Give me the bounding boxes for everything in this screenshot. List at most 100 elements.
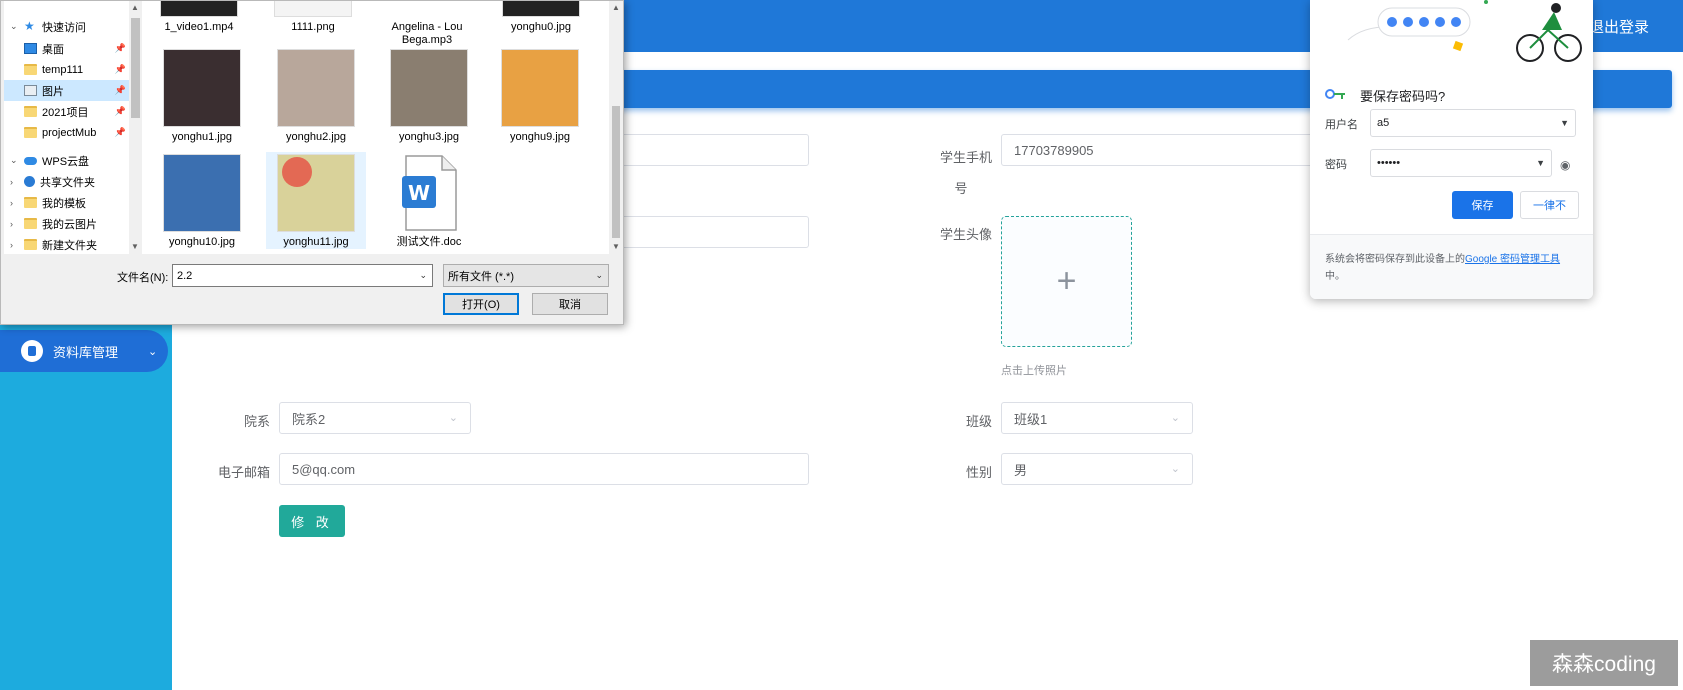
star-icon: ★: [24, 19, 35, 33]
file-item[interactable]: yonghu2.jpg: [266, 49, 366, 144]
chevron-down-icon[interactable]: ⌄: [419, 270, 427, 281]
svg-text:W: W: [408, 181, 430, 205]
folder-icon: [24, 106, 37, 117]
pin-icon: 📌: [114, 64, 126, 74]
popup-title: 要保存密码吗?: [1360, 89, 1446, 104]
dropdown-arrow-icon[interactable]: ▼: [1536, 158, 1545, 168]
pin-icon: 📌: [114, 43, 126, 53]
class-label: 班级: [965, 414, 992, 429]
scroll-up-icon[interactable]: ▲: [612, 3, 620, 12]
chevron-down-icon: ⌄: [448, 412, 458, 424]
avatar-upload[interactable]: +: [1001, 216, 1132, 347]
expand-chevron-icon: ⌄: [10, 21, 18, 31]
tree-item-projectmub[interactable]: projectMub 📌: [4, 122, 129, 143]
dept-label: 院系: [243, 414, 270, 429]
avatar-label: 学生头像: [939, 227, 992, 242]
submit-button[interactable]: 修 改: [279, 505, 345, 537]
file-item[interactable]: yonghu9.jpg: [490, 49, 590, 144]
email-label: 电子邮箱: [217, 465, 270, 480]
tree-item-quick-access[interactable]: ⌄ ★ 快速访问: [4, 16, 129, 37]
file-item[interactable]: 1111.png: [263, 1, 363, 34]
tree-item-2021-projects[interactable]: 2021项目 📌: [4, 101, 129, 122]
file-item[interactable]: Angelina - Lou Bega.mp3: [377, 1, 477, 47]
pin-icon: 📌: [114, 127, 126, 137]
tree-scrollbar[interactable]: ▲ ▼: [129, 1, 142, 254]
music-file-icon: [388, 1, 466, 17]
tree-item-my-cloud-pictures[interactable]: › 我的云图片: [4, 213, 129, 234]
logout-link[interactable]: 退出登录: [1589, 16, 1649, 37]
file-item[interactable]: yonghu11.jpg: [266, 152, 366, 249]
gender-select[interactable]: 男 ⌄: [1001, 453, 1193, 485]
share-icon: [24, 176, 35, 187]
tree-item-my-templates[interactable]: › 我的模板: [4, 192, 129, 213]
chevron-down-icon: ⌄: [595, 270, 603, 280]
scroll-thumb[interactable]: [612, 106, 620, 238]
chevron-right-icon: ›: [10, 239, 13, 250]
file-item[interactable]: 1_video1.mp4: [149, 1, 249, 34]
file-item[interactable]: yonghu3.jpg: [379, 49, 479, 144]
tree-item-temp111[interactable]: temp111 📌: [4, 59, 129, 80]
chevron-right-icon: ›: [10, 218, 13, 229]
filetype-select[interactable]: 所有文件 (*.*) ⌄: [443, 264, 609, 287]
scroll-thumb[interactable]: [131, 18, 140, 118]
file-item[interactable]: yonghu1.jpg: [152, 49, 252, 144]
pin-icon: 📌: [114, 85, 126, 95]
scroll-up-icon[interactable]: ▲: [131, 3, 139, 12]
folder-icon: [24, 218, 37, 229]
cancel-button[interactable]: 取消: [532, 293, 608, 315]
username-field[interactable]: a5 ▼: [1370, 109, 1576, 137]
phone-label: 学生手机 号: [939, 150, 992, 196]
pin-icon: 📌: [114, 106, 126, 116]
filename-input[interactable]: 2.2 ⌄: [172, 264, 433, 287]
expand-chevron-icon: ⌄: [10, 155, 18, 165]
nav-item-library-management[interactable]: 资料库管理 ⌄: [0, 330, 168, 372]
file-thumbnail: [501, 49, 579, 127]
file-thumbnail: [163, 154, 241, 232]
file-thumbnail: [163, 49, 241, 127]
picture-icon: [24, 85, 37, 96]
file-item[interactable]: yonghu0.jpg: [491, 1, 591, 34]
filename-label: 文件名(N):: [117, 272, 169, 284]
tree-item-shared-folder[interactable]: › 共享文件夹: [4, 171, 129, 192]
scroll-down-icon[interactable]: ▼: [131, 242, 139, 251]
key-icon: [1325, 87, 1347, 101]
tree-item-desktop[interactable]: 桌面 📌: [4, 38, 129, 59]
file-thumbnail: [274, 1, 352, 17]
tree-item-wps-cloud[interactable]: ⌄ WPS云盘: [4, 150, 129, 171]
tree-item-new-folder[interactable]: › 新建文件夹: [4, 234, 129, 254]
upload-hint: 点击上传照片: [1001, 365, 1067, 377]
email-input[interactable]: 5@qq.com: [279, 453, 809, 485]
file-thumbnail: [277, 49, 355, 127]
cursor-click-indicator: [282, 157, 312, 187]
username-label: 用户名: [1325, 119, 1358, 131]
password-label: 密码: [1325, 159, 1347, 171]
class-select[interactable]: 班级1 ⌄: [1001, 402, 1193, 434]
chevron-down-icon: ⌄: [148, 345, 158, 358]
file-thumbnail: [390, 49, 468, 127]
open-button[interactable]: 打开(O): [443, 293, 519, 315]
save-password-button[interactable]: 保存: [1452, 191, 1513, 219]
password-manager-link[interactable]: Google 密码管理工具: [1465, 254, 1560, 265]
watermark: 森森coding: [1530, 640, 1678, 686]
dept-select[interactable]: 院系2 ⌄: [279, 402, 471, 434]
eye-icon[interactable]: ◉: [1560, 158, 1570, 172]
word-doc-icon: W: [398, 154, 460, 232]
file-open-dialog: ⌄ ★ 快速访问 桌面 📌 temp111 📌 图片 📌 2021项目 📌 pr…: [0, 0, 624, 325]
file-list: 1_video1.mp4 1111.png Angelina - Lou Beg…: [142, 1, 609, 254]
file-item[interactable]: W 测试文件.doc: [379, 154, 479, 249]
plus-icon: +: [1056, 262, 1077, 300]
folder-icon: [24, 197, 37, 208]
dropdown-arrow-icon[interactable]: ▼: [1560, 118, 1569, 128]
password-illustration: [1310, 0, 1593, 78]
popup-footer: 系统会将密码保存到此设备上的Google 密码管理工具中。: [1310, 234, 1593, 299]
chevron-right-icon: ›: [10, 176, 13, 187]
folder-icon: [24, 239, 37, 250]
chevron-down-icon: ⌄: [1170, 412, 1180, 424]
never-save-button[interactable]: 一律不: [1520, 191, 1579, 219]
desktop-icon: [24, 43, 37, 54]
file-list-scrollbar[interactable]: ▲ ▼: [609, 1, 623, 254]
tree-item-pictures[interactable]: 图片 📌: [4, 80, 129, 101]
scroll-down-icon[interactable]: ▼: [612, 242, 620, 251]
password-field[interactable]: •••••• ▼: [1370, 149, 1552, 177]
file-item[interactable]: yonghu10.jpg: [152, 154, 252, 249]
